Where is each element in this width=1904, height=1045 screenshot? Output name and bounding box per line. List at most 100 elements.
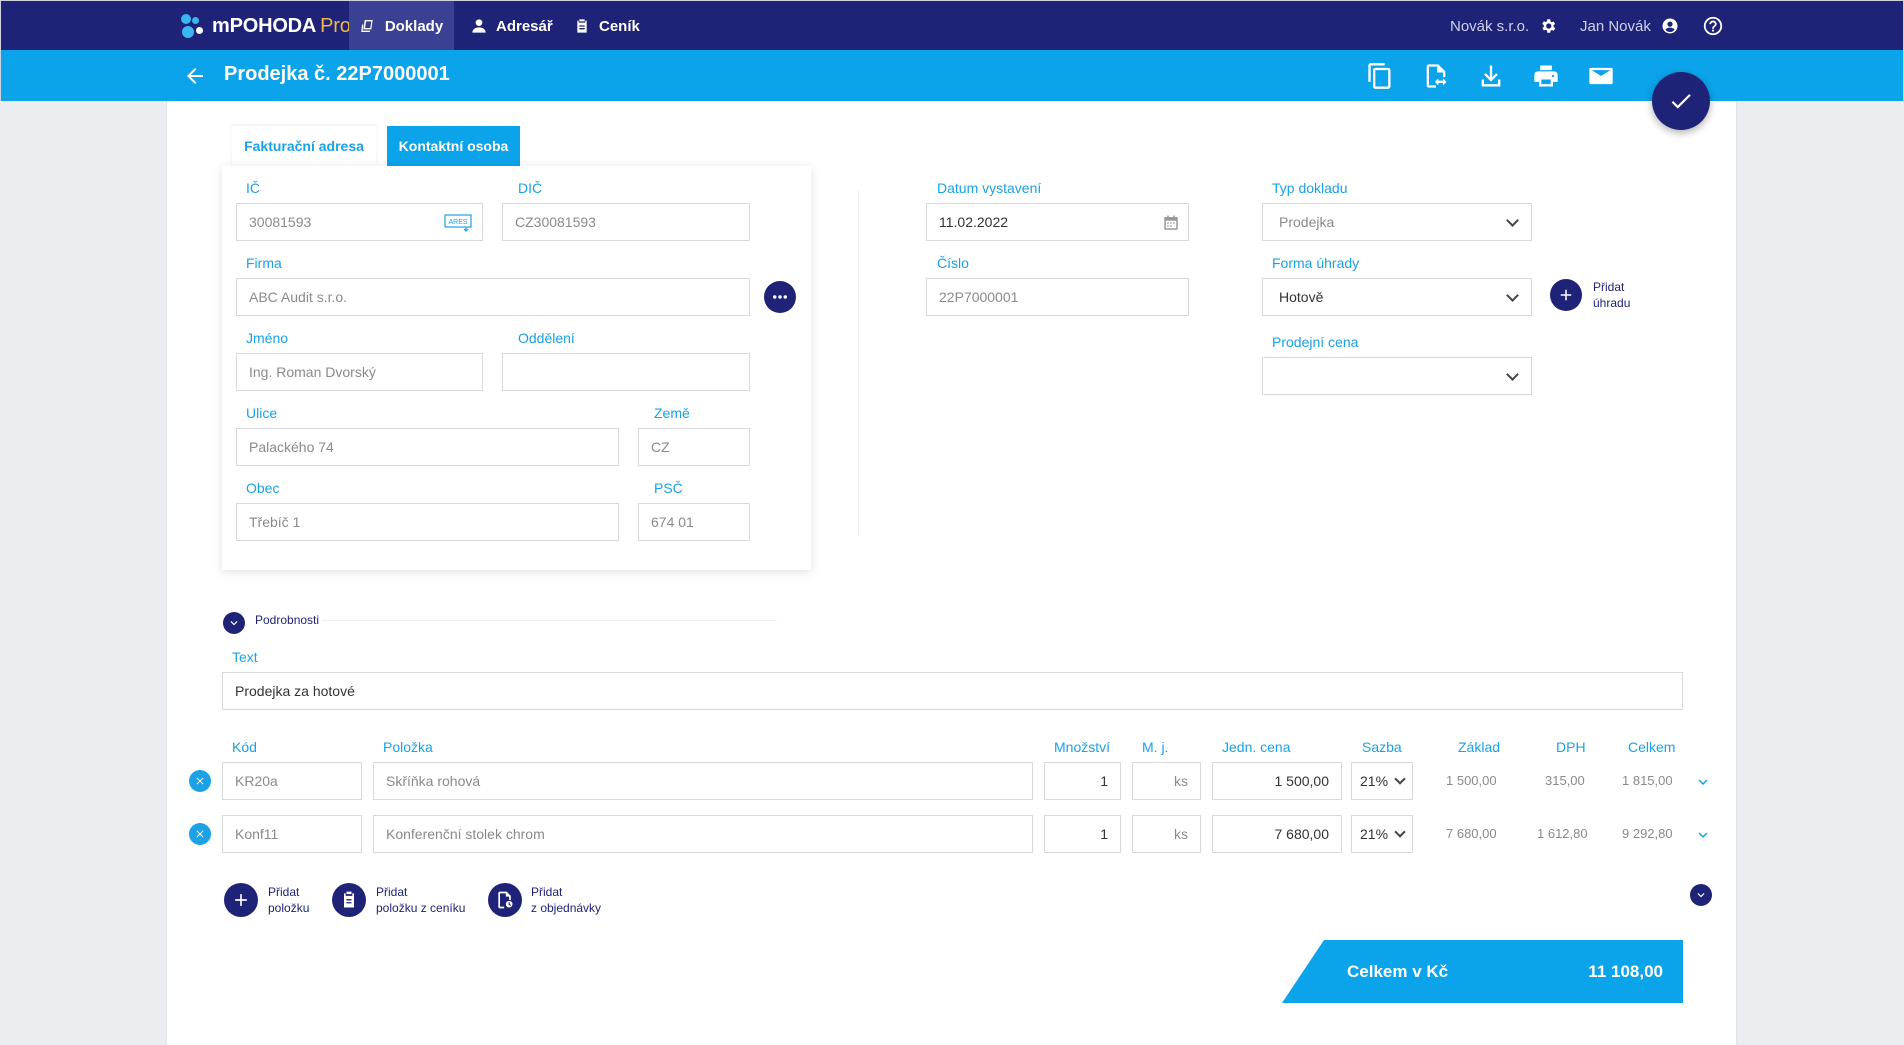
item-code-field[interactable]: KR20a — [222, 762, 362, 800]
firma-more-button[interactable] — [764, 281, 796, 313]
add-item-from-order-label[interactable]: Přidat z objednávky — [531, 884, 601, 916]
item-vat-select[interactable]: 21% — [1351, 815, 1413, 853]
gear-icon — [1542, 19, 1556, 33]
psc-field[interactable]: 674 01 — [638, 503, 750, 541]
datum-label: Datum vystavení — [937, 180, 1042, 196]
header-celkem: Celkem — [1628, 739, 1676, 755]
more-horizontal-icon — [773, 295, 787, 299]
top-navigation-bar: mPOHODA Pro Doklady Adresář Ceník Novák s… — [0, 0, 1904, 51]
ulice-field[interactable]: Palackého 74 — [236, 428, 619, 466]
close-icon — [196, 830, 204, 838]
obec-label: Obec — [246, 480, 280, 496]
ic-label: IČ — [246, 180, 260, 196]
item-unit-price-field[interactable]: 7 680,00 — [1212, 815, 1342, 853]
forma-select[interactable]: Hotově — [1262, 278, 1532, 316]
oddeleni-label: Oddělení — [518, 330, 575, 346]
user-menu[interactable]: Jan Novák — [1580, 1, 1679, 51]
save-confirm-button[interactable] — [1652, 72, 1710, 130]
ares-lookup-icon[interactable]: ARES — [444, 214, 474, 232]
ulice-label: Ulice — [246, 405, 278, 421]
company-switcher[interactable]: Novák s.r.o. — [1450, 1, 1557, 51]
details-toggle[interactable] — [223, 612, 245, 634]
add-payment-button[interactable] — [1550, 279, 1582, 311]
cena-select[interactable] — [1262, 357, 1532, 395]
forma-label: Forma úhrady — [1272, 255, 1360, 271]
datum-field[interactable]: 11.02.2022 — [926, 203, 1189, 241]
tab-contact-person[interactable]: Kontaktní osoba — [387, 126, 520, 166]
header-dph: DPH — [1556, 739, 1586, 755]
details-label[interactable]: Podrobnosti — [255, 613, 319, 627]
total-label: Celkem v Kč — [1347, 962, 1449, 981]
remove-item-button[interactable] — [189, 823, 211, 845]
item-vat: 315,00 — [1545, 773, 1585, 788]
copy-button[interactable] — [1366, 62, 1394, 90]
column-divider — [858, 190, 859, 535]
ic-field[interactable]: 30081593 ARES — [236, 203, 483, 241]
add-item-from-order-button[interactable] — [488, 883, 522, 917]
nav-adresar[interactable]: Adresář — [471, 1, 553, 51]
expand-item-button[interactable] — [1694, 773, 1712, 791]
email-icon — [1589, 67, 1613, 85]
firma-field[interactable]: ABC Audit s.r.o. — [236, 278, 750, 316]
cislo-field[interactable]: 22P7000001 — [926, 278, 1189, 316]
documents-icon — [361, 20, 373, 32]
nav-doklady[interactable]: Doklady — [349, 1, 454, 51]
item-unit-field[interactable]: ks — [1132, 815, 1201, 853]
email-button[interactable] — [1587, 62, 1615, 90]
order-icon — [498, 891, 513, 909]
pohoda-logo-icon — [179, 13, 205, 39]
header-polozka: Položka — [383, 739, 433, 755]
total-value: 11 108,00 — [1588, 962, 1663, 981]
convert-document-button[interactable] — [1422, 62, 1450, 90]
nav-cenik[interactable]: Ceník — [574, 1, 640, 51]
back-arrow-icon[interactable] — [183, 64, 207, 88]
plus-icon — [1560, 289, 1572, 301]
add-payment-label[interactable]: Přidat úhradu — [1593, 279, 1630, 311]
header-mnozstvi: Množství — [1054, 739, 1111, 755]
item-name-field[interactable]: Konferenční stolek chrom — [373, 815, 1033, 853]
calendar-icon[interactable] — [1162, 214, 1180, 232]
item-unit-field[interactable]: ks — [1132, 762, 1201, 800]
expand-all-button[interactable] — [1690, 884, 1712, 906]
add-item-button[interactable] — [224, 883, 258, 917]
tab-billing-address[interactable]: Fakturační adresa — [232, 126, 376, 166]
print-button[interactable] — [1532, 62, 1560, 90]
document-title: Prodejka č. 22P7000001 — [224, 63, 450, 85]
add-item-from-pricelist-label[interactable]: Přidat položku z ceníku — [376, 884, 465, 916]
header-kod: Kód — [232, 739, 257, 755]
download-icon — [1481, 65, 1501, 87]
item-vat-select[interactable]: 21% — [1351, 762, 1413, 800]
item-quantity-field[interactable]: 1 — [1044, 815, 1121, 853]
help-button[interactable] — [1702, 1, 1724, 51]
chevron-down-icon — [1697, 893, 1705, 898]
item-quantity-field[interactable]: 1 — [1044, 762, 1121, 800]
oddeleni-field[interactable] — [502, 353, 750, 391]
ares-label: ARES — [448, 219, 467, 226]
expand-item-button[interactable] — [1694, 826, 1712, 844]
dic-label: DIČ — [518, 180, 543, 196]
obec-field[interactable]: Třebíč 1 — [236, 503, 619, 541]
clipboard-icon — [577, 19, 587, 33]
add-item-from-pricelist-button[interactable] — [332, 883, 366, 917]
dic-field[interactable]: CZ30081593 — [502, 203, 750, 241]
document-header-bar: Prodejka č. 22P7000001 — [0, 50, 1904, 101]
zeme-field[interactable]: CZ — [638, 428, 750, 466]
item-vat: 1 612,80 — [1537, 826, 1588, 841]
psc-label: PSČ — [654, 480, 683, 496]
header-mj: M. j. — [1142, 739, 1169, 755]
typ-select[interactable]: Prodejka — [1262, 203, 1532, 241]
item-name-field[interactable]: Skříňka rohová — [373, 762, 1033, 800]
zeme-label: Země — [654, 405, 690, 421]
chevron-down-icon — [230, 621, 238, 626]
item-total: 1 815,00 — [1622, 773, 1673, 788]
print-icon — [1534, 65, 1558, 87]
remove-item-button[interactable] — [189, 770, 211, 792]
jmeno-field[interactable]: Ing. Roman Dvorský — [236, 353, 483, 391]
app-logo[interactable]: mPOHODA Pro — [179, 13, 351, 39]
download-button[interactable] — [1477, 62, 1505, 90]
typ-label: Typ dokladu — [1272, 180, 1348, 196]
item-code-field[interactable]: Konf11 — [222, 815, 362, 853]
add-item-label[interactable]: Přidat položku — [268, 884, 309, 916]
text-field[interactable]: Prodejka za hotové — [222, 672, 1683, 710]
item-unit-price-field[interactable]: 1 500,00 — [1212, 762, 1342, 800]
